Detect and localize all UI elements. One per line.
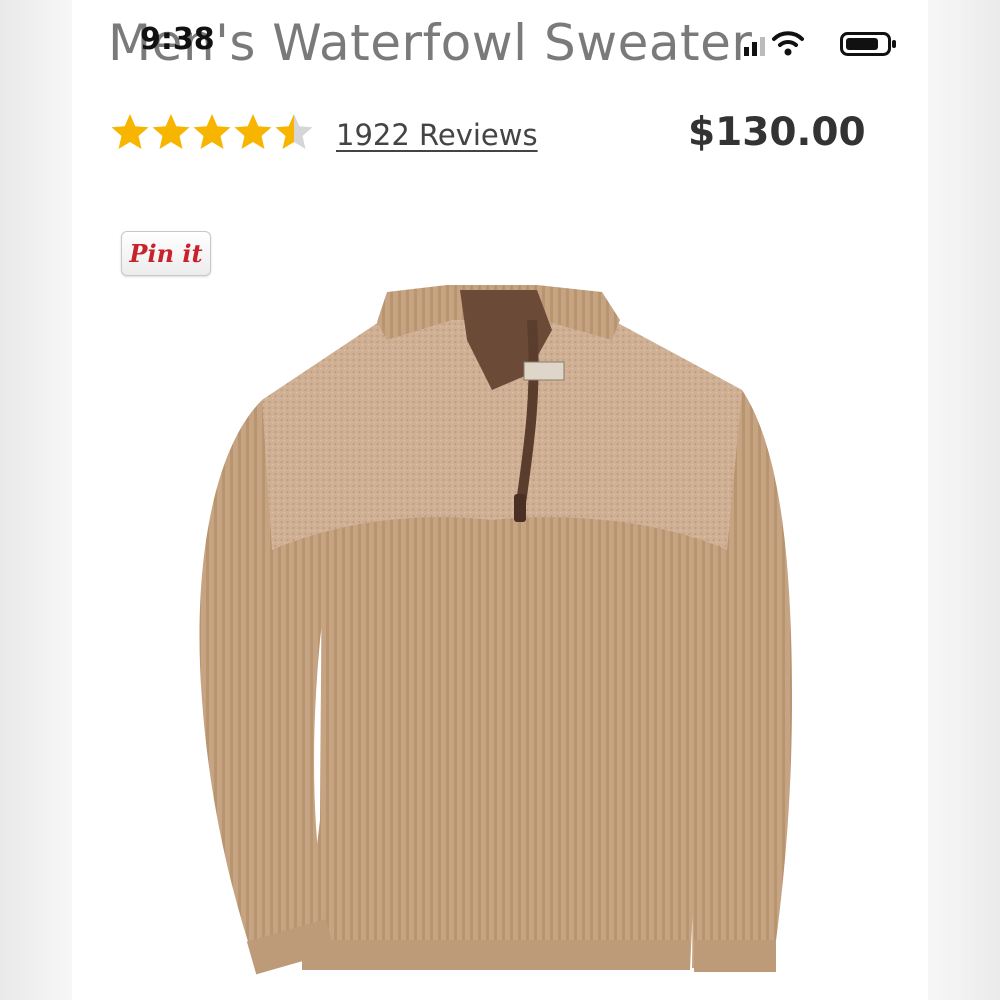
star-icon xyxy=(274,112,315,157)
hem-band xyxy=(302,940,690,970)
pin-it-button[interactable]: Pin it xyxy=(121,231,211,276)
product-image[interactable] xyxy=(142,280,822,1000)
star-icon xyxy=(151,112,192,157)
phone-screen: Men's Waterfowl Sweater 9:38 1922 Review… xyxy=(72,0,928,1000)
right-cuff xyxy=(694,940,776,972)
battery-icon xyxy=(840,32,898,61)
wifi-icon xyxy=(772,29,804,62)
price: $130.00 xyxy=(688,110,866,155)
star-icon xyxy=(233,112,274,157)
signal-icon xyxy=(744,34,766,61)
status-time: 9:38 xyxy=(140,22,215,57)
left-background-blur xyxy=(0,0,72,1000)
reviews-link[interactable]: 1922 Reviews xyxy=(336,118,538,152)
star-rating xyxy=(110,112,315,157)
brand-label xyxy=(523,361,565,381)
star-icon xyxy=(110,112,151,157)
right-background-blur xyxy=(928,0,1000,1000)
zipper-pull xyxy=(514,494,526,522)
star-icon xyxy=(192,112,233,157)
